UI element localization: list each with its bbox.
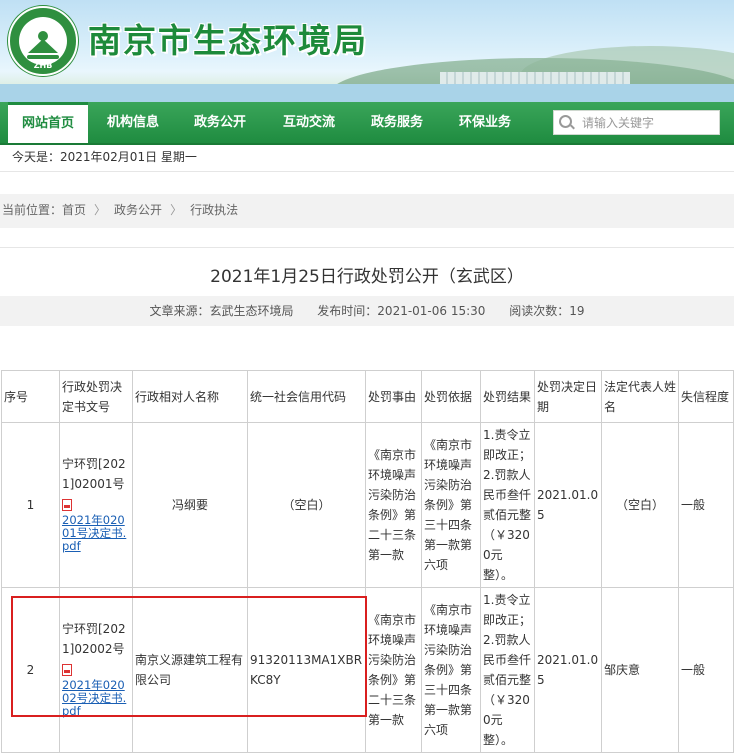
column-header: 行政处罚决定书文号 — [59, 370, 133, 423]
party-name: 南京义源建筑工程有限公司 — [132, 587, 248, 753]
column-header: 处罚结果 — [480, 370, 535, 423]
decision-doc-cell: 宁环罚[2021]02002号 2021年02002号决定书.pdf — [59, 587, 133, 753]
breadcrumb-gov-affairs-link[interactable]: 政务公开 — [114, 203, 162, 217]
nav-item-org-info[interactable]: 机构信息 — [107, 102, 159, 143]
search-input[interactable] — [580, 113, 714, 133]
mountain-icon — [28, 39, 58, 53]
logo-emblem — [19, 17, 67, 65]
penalty-basis: 《南京市环境噪声污染防治条例》第三十四条第一款第六项 — [421, 587, 481, 753]
row-number: 1 — [1, 422, 60, 588]
decision-pdf-link[interactable]: 2021年02002号决定书.pdf — [62, 679, 130, 718]
penalty-basis: 《南京市环境噪声污染防治条例》第三十四条第一款第六项 — [421, 422, 481, 588]
column-header: 统一社会信用代码 — [247, 370, 366, 423]
column-header: 法定代表人姓名 — [601, 370, 679, 423]
decision-date: 2021.01.05 — [534, 422, 602, 588]
breadcrumb-home-link[interactable]: 首页 — [62, 203, 86, 217]
decision-pdf-link[interactable]: 2021年02001号决定书.pdf — [62, 514, 130, 553]
nav-item-home[interactable]: 网站首页 — [8, 102, 88, 143]
search-box[interactable] — [553, 110, 720, 135]
nav-item-env-business[interactable]: 环保业务 — [459, 102, 511, 143]
decision-doc-number: 宁环罚[2021]02002号 — [62, 622, 126, 656]
breadcrumb-prefix: 当前位置： — [2, 203, 63, 217]
article-view-count: 阅读次数：19 — [509, 304, 585, 318]
decision-doc-cell: 宁环罚[2021]02001号 2021年02001号决定书.pdf — [59, 422, 133, 588]
decision-date: 2021.01.05 — [534, 587, 602, 753]
decision-doc-number: 宁环罚[2021]02001号 — [62, 457, 126, 491]
row-number: 2 — [1, 587, 60, 753]
site-title: 南京市生态环境局 — [88, 21, 368, 60]
breadcrumb-separator: 〉 — [170, 203, 183, 217]
column-header: 处罚决定日期 — [534, 370, 602, 423]
nav-item-gov-affairs[interactable]: 政务公开 — [194, 102, 246, 143]
date-bar: 今天是：2021年02月01日 星期一 — [0, 145, 734, 172]
breadcrumb-enforcement-link[interactable]: 行政执法 — [190, 203, 238, 217]
breadcrumb-separator: 〉 — [94, 203, 107, 217]
penalty-result: 1.责令立即改正；2.罚款人民币叁仟贰佰元整（￥3200元整）。 — [480, 422, 535, 588]
table-header-row: 序号 行政处罚决定书文号 行政相对人名称 统一社会信用代码 处罚事由 处罚依据 … — [1, 370, 734, 423]
credit-code: 91320113MA1XBRKC8Y — [247, 587, 366, 753]
pdf-icon — [62, 498, 72, 511]
column-header: 处罚事由 — [365, 370, 422, 423]
nav-item-gov-services[interactable]: 政务服务 — [371, 102, 423, 143]
column-header: 失信程度 — [678, 370, 734, 423]
water-icon — [27, 55, 59, 59]
column-header: 处罚依据 — [421, 370, 481, 423]
nav-item-interaction[interactable]: 互动交流 — [283, 102, 335, 143]
column-header: 序号 — [1, 370, 60, 423]
banner-lake — [0, 84, 734, 102]
article-publish-time: 发布时间：2021-01-06 15:30 — [317, 304, 486, 318]
article-source: 文章来源：玄武生态环境局 — [149, 304, 294, 318]
search-icon[interactable] — [559, 115, 572, 128]
site-logo[interactable]: ZHB — [8, 6, 78, 76]
breadcrumb: 当前位置：首页〉政务公开〉行政执法 — [0, 194, 734, 228]
current-date: 今天是：2021年02月01日 星期一 — [12, 150, 197, 164]
penalty-table: 序号 行政处罚决定书文号 行政相对人名称 统一社会信用代码 处罚事由 处罚依据 … — [1, 370, 734, 753]
penalty-reason: 《南京市环境噪声污染防治条例》第二十三条第一款 — [365, 587, 422, 753]
party-name: 冯纲要 — [132, 422, 248, 588]
credit-level: 一般 — [678, 422, 734, 588]
logo-text: ZHB — [33, 61, 53, 70]
table-row: 1 宁环罚[2021]02001号 2021年02001号决定书.pdf 冯纲要… — [1, 422, 734, 588]
credit-code: （空白） — [247, 422, 366, 588]
penalty-result: 1.责令立即改正；2.罚款人民币叁仟贰佰元整（￥3200元整）。 — [480, 587, 535, 753]
divider — [0, 247, 734, 248]
article-meta: 文章来源：玄武生态环境局 发布时间：2021-01-06 15:30 阅读次数：… — [0, 296, 734, 326]
table-row: 2 宁环罚[2021]02002号 2021年02002号决定书.pdf 南京义… — [1, 587, 734, 753]
page-title: 2021年1月25日行政处罚公开（玄武区） — [210, 267, 524, 287]
legal-representative: （空白） — [601, 422, 679, 588]
column-header: 行政相对人名称 — [132, 370, 248, 423]
pdf-icon — [62, 663, 72, 676]
legal-representative: 邹庆意 — [601, 587, 679, 753]
credit-level: 一般 — [678, 587, 734, 753]
penalty-reason: 《南京市环境噪声污染防治条例》第二十三条第一款 — [365, 422, 422, 588]
